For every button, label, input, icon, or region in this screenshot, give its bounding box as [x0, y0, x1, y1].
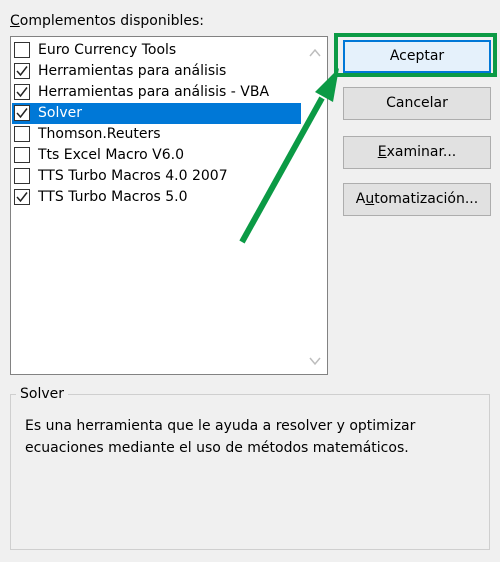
list-item-label: Euro Currency Tools [38, 42, 177, 58]
scroll-up-arrow-icon[interactable] [307, 45, 323, 61]
checkbox-unchecked[interactable] [14, 42, 30, 58]
list-item-label: Thomson.Reuters [38, 126, 161, 142]
list-item-label: Herramientas para análisis - VBA [38, 84, 270, 100]
checkmark-icon [16, 87, 28, 98]
list-item-label: Herramientas para análisis [38, 63, 227, 79]
checkmark-icon [16, 108, 28, 119]
list-item[interactable]: Herramientas para análisis - VBA [12, 82, 301, 103]
checkbox-checked[interactable] [14, 105, 30, 121]
list-item[interactable]: TTS Turbo Macros 5.0 [12, 187, 301, 208]
list-item[interactable]: Euro Currency Tools [12, 40, 301, 61]
list-item-label: Solver [38, 105, 82, 121]
available-addins-label: Complementos disponibles: [10, 13, 204, 29]
checkbox-checked[interactable] [14, 189, 30, 205]
checkbox-checked[interactable] [14, 63, 30, 79]
scroll-down-arrow-icon[interactable] [307, 353, 323, 369]
checkbox-unchecked[interactable] [14, 126, 30, 142]
addins-listbox[interactable]: Euro Currency Tools Herramientas para an… [10, 36, 328, 375]
list-item[interactable]: Tts Excel Macro V6.0 [12, 145, 301, 166]
list-item[interactable]: Herramientas para análisis [12, 61, 301, 82]
checkbox-checked[interactable] [14, 84, 30, 100]
list-item-label: TTS Turbo Macros 5.0 [38, 189, 188, 205]
checkmark-icon [16, 66, 28, 77]
description-title: Solver [16, 385, 68, 403]
automation-button[interactable]: Automatización... [343, 183, 491, 216]
cancel-button[interactable]: Cancelar [343, 87, 491, 120]
description-text: Es una herramienta que le ayuda a resolv… [25, 418, 416, 456]
accept-button[interactable]: Aceptar [343, 40, 491, 73]
browse-button[interactable]: Examinar... [343, 136, 491, 169]
checkmark-icon [16, 192, 28, 203]
checkbox-unchecked[interactable] [14, 147, 30, 163]
list-item-selected[interactable]: Solver [12, 103, 301, 124]
checkbox-unchecked[interactable] [14, 168, 30, 184]
list-item[interactable]: TTS Turbo Macros 4.0 2007 [12, 166, 301, 187]
list-item[interactable]: Thomson.Reuters [12, 124, 301, 145]
list-item-label: TTS Turbo Macros 4.0 2007 [38, 168, 228, 184]
list-item-label: Tts Excel Macro V6.0 [38, 147, 184, 163]
